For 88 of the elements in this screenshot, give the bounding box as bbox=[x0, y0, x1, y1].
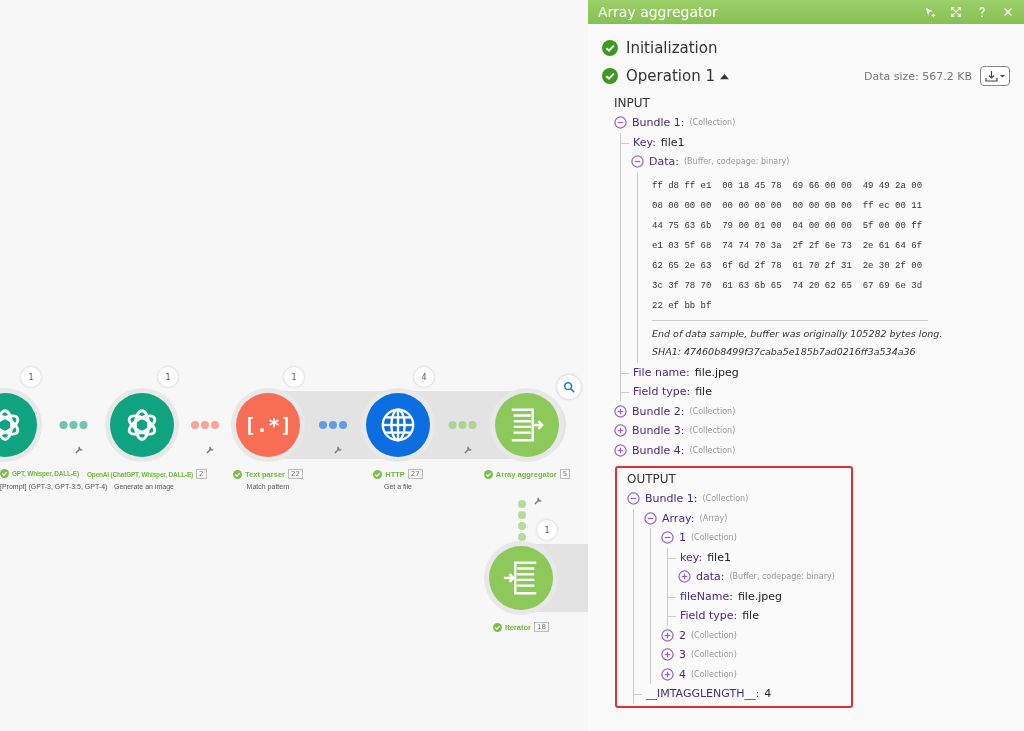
section-heading: INPUT bbox=[614, 96, 651, 110]
hex-dump-line: 62 65 2e 63 6f 6d 2f 78 61 70 2f 31 2e 30 2f 00 bbox=[652, 259, 924, 273]
operations-count[interactable]: 4 bbox=[414, 367, 434, 387]
field-label: Field type: bbox=[633, 385, 691, 399]
module-node[interactable] bbox=[366, 393, 430, 457]
hash-text: SHA1: 47460b8499f37caba5e185b7ad0216ff3a534a36 bbox=[652, 344, 917, 359]
field-label: __IMTAGGLENGTH__: bbox=[646, 687, 760, 701]
wrench-icon[interactable] bbox=[74, 445, 84, 454]
collapse-toggle[interactable] bbox=[644, 511, 657, 525]
type-hint: (Buffer, codepage: binary) bbox=[729, 572, 835, 582]
type-hint: (Buffer, codepage: binary) bbox=[684, 157, 790, 167]
expand-toggle[interactable] bbox=[678, 570, 691, 584]
expand-toggle[interactable] bbox=[614, 443, 627, 457]
type-hint: (Collection) bbox=[689, 426, 736, 436]
type-hint: (Collection) bbox=[689, 118, 736, 128]
caret-icon[interactable] bbox=[719, 72, 729, 80]
expand-toggle[interactable] bbox=[661, 648, 674, 662]
initialization-label[interactable]: Initialization bbox=[626, 39, 718, 57]
search-button[interactable] bbox=[557, 375, 581, 399]
cursor-sparkle-icon[interactable] bbox=[924, 6, 936, 18]
field-value: file1 bbox=[707, 550, 731, 564]
field-value: file.jpeg bbox=[694, 365, 739, 379]
type-hint: (Collection) bbox=[689, 445, 736, 455]
type-hint: (Collection) bbox=[691, 669, 737, 679]
hex-dump-line: 22 ef bb bf bbox=[652, 299, 713, 313]
type-hint: (Array) bbox=[699, 513, 728, 523]
wrench-icon[interactable] bbox=[334, 445, 343, 454]
hex-dump-line: ff d8 ff e1 00 18 45 78 69 66 00 00 49 49 2a 00 bbox=[652, 179, 924, 193]
hex-dump-line: e1 03 5f 68 74 74 70 3a 2f 2f 6e 73 2e 61 64 6f bbox=[652, 239, 924, 253]
wrench-icon[interactable] bbox=[206, 445, 215, 454]
field-value: file1 bbox=[660, 135, 685, 149]
field-value: file.jpeg bbox=[737, 589, 782, 603]
globe-icon bbox=[379, 406, 417, 444]
close-icon[interactable] bbox=[1002, 6, 1014, 18]
field-label: Key: bbox=[633, 135, 656, 149]
field-label: File name: bbox=[633, 365, 690, 379]
field-label: Bundle 1: bbox=[632, 116, 685, 130]
section-heading: OUTPUT bbox=[627, 472, 677, 486]
hex-dump-line: 44 75 63 6b 79 00 01 00 04 00 00 00 5f 00 00 ff bbox=[652, 219, 924, 233]
field-label: Bundle 2: bbox=[632, 404, 685, 418]
expand-toggle[interactable] bbox=[614, 404, 627, 418]
wrench-icon[interactable] bbox=[534, 496, 543, 505]
type-hint: (Collection) bbox=[691, 650, 737, 660]
operations-count[interactable]: 1 bbox=[537, 520, 557, 540]
hex-dump-line: 3c 3f 78 70 61 63 6b 65 74 20 62 65 67 69 6e 3d bbox=[652, 279, 924, 293]
expand-toggle[interactable] bbox=[614, 424, 627, 438]
field-label: data: bbox=[696, 570, 725, 584]
field-label: key: bbox=[680, 550, 703, 564]
field-label: fileName: bbox=[680, 589, 733, 603]
operations-count[interactable]: 1 bbox=[21, 367, 41, 387]
field-value: file bbox=[695, 385, 712, 399]
collapse-toggle[interactable] bbox=[627, 492, 640, 506]
field-label: Array: bbox=[662, 511, 695, 525]
operations-count[interactable]: 1 bbox=[158, 367, 178, 387]
data-size: Data size: 567.2 KB bbox=[863, 69, 972, 83]
field-label: 2 bbox=[679, 628, 686, 642]
data-sample-note: End of data sample, buffer was originally 105282 bytes long. bbox=[652, 326, 942, 341]
field-value: file bbox=[742, 609, 759, 623]
type-hint: (Collection) bbox=[702, 494, 749, 504]
type-hint: (Collection) bbox=[691, 533, 737, 543]
collapse-toggle[interactable] bbox=[614, 116, 627, 130]
module-node[interactable] bbox=[489, 546, 553, 610]
field-value: 4 bbox=[764, 687, 772, 701]
collapse-toggle[interactable] bbox=[661, 531, 674, 545]
regex-glyph: [.*] bbox=[243, 413, 293, 437]
type-hint: (Collection) bbox=[689, 406, 736, 416]
search-icon bbox=[563, 381, 575, 393]
download-button[interactable] bbox=[980, 66, 1010, 86]
module-node[interactable] bbox=[110, 393, 174, 457]
module-node[interactable] bbox=[495, 393, 559, 457]
field-label: 4 bbox=[679, 667, 686, 681]
field-label: 3 bbox=[679, 648, 686, 662]
collapse-toggle[interactable] bbox=[631, 155, 644, 169]
wrench-icon[interactable] bbox=[463, 445, 473, 454]
panel-title: Array aggregator bbox=[598, 4, 719, 20]
field-label: Bundle 4: bbox=[632, 443, 685, 457]
field-label: Bundle 3: bbox=[632, 424, 685, 438]
field-label: Field type: bbox=[680, 609, 738, 623]
expand-toggle[interactable] bbox=[661, 628, 674, 642]
field-label: 1 bbox=[679, 531, 686, 545]
operation-label[interactable]: Operation 1 bbox=[626, 67, 715, 85]
download-icon bbox=[984, 69, 1006, 83]
field-label: Bundle 1: bbox=[645, 492, 698, 506]
hex-dump-line: 08 00 00 00 00 00 00 00 00 00 00 00 ff ec 00 11 bbox=[652, 199, 924, 213]
expand-toggle[interactable] bbox=[661, 667, 674, 681]
field-label: Data: bbox=[649, 155, 679, 169]
operations-count[interactable]: 1 bbox=[284, 367, 304, 387]
type-hint: (Collection) bbox=[691, 630, 737, 640]
